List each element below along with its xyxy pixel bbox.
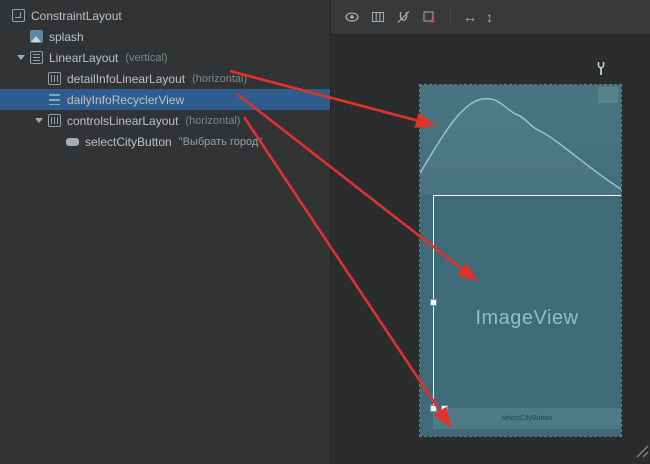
tree-item-selectCityButton[interactable]: selectCityButton "Выбрать город" [0,131,330,152]
chevron-down-icon[interactable] [17,53,26,62]
resize-handle-mid-left[interactable] [430,299,437,306]
tree-item-meta: (horizontal) [192,73,247,85]
tree-item-LinearLayout[interactable]: LinearLayout (vertical) [0,47,330,68]
magnet-off-icon[interactable] [395,10,412,25]
tree-item-ConstraintLayout[interactable]: ConstraintLayout [0,5,330,26]
constraint-layout-icon [12,9,25,22]
tree-item-label: dailyInfoRecyclerView [67,93,184,107]
layout-editor-window: ConstraintLayout splash LinearLayout (verti… [0,0,650,464]
button-icon [66,138,79,146]
tree-item-dailyInfoRecyclerView[interactable]: dailyInfoRecyclerView [0,89,330,110]
tree-item-label: ConstraintLayout [31,9,122,23]
header-highlight [598,87,618,103]
tree-item-splash[interactable]: splash [0,26,330,47]
eye-icon[interactable] [343,10,360,25]
tree-item-label: splash [49,30,84,44]
tree-item-meta: (horizontal) [185,115,240,127]
resize-handle-bottom[interactable] [441,405,448,412]
tree-item-label: detailInfoLinearLayout [67,72,185,86]
design-surface[interactable]: ImageView selectCityButton [331,35,650,464]
expand-horizontal-icon[interactable]: ↔ [463,10,477,24]
tree-item-meta: (vertical) [125,52,167,64]
component-tree: ConstraintLayout splash LinearLayout (verti… [0,0,330,464]
linear-layout-vertical-icon [30,51,43,64]
device-canvas[interactable]: ImageView selectCityButton [420,85,621,436]
design-toolbar: ↔ ↕ [330,0,650,35]
imageview-placeholder-label: ImageView [433,307,621,330]
tree-item-label: controlsLinearLayout [67,114,178,128]
toolbar-separator [450,9,451,25]
columns-icon[interactable] [369,10,386,25]
resize-grip-icon[interactable] [633,442,649,463]
tree-item-label: selectCityButton [85,135,172,149]
tree-item-label: LinearLayout [49,51,118,65]
panel-splitter[interactable] [330,0,331,464]
wrench-icon[interactable] [595,61,607,81]
render-errors-icon[interactable] [421,10,438,25]
weather-curve-graphic [420,85,621,195]
tree-item-detailInfoLinearLayout[interactable]: detailInfoLinearLayout (horizontal) [0,68,330,89]
detail-info-header[interactable] [420,85,621,195]
tree-item-controlsLinearLayout[interactable]: controlsLinearLayout (horizontal) [0,110,330,131]
linear-layout-horizontal-icon [48,72,61,85]
expand-vertical-icon[interactable]: ↕ [486,10,493,24]
chevron-down-icon[interactable] [35,116,44,125]
resize-handle-bottom-left[interactable] [430,405,437,412]
recycler-view-icon [48,93,61,106]
select-city-button-label: selectCityButton [502,415,553,422]
linear-layout-horizontal-icon [48,114,61,127]
controls-bar[interactable]: selectCityButton [433,408,621,429]
selection-border-top [433,195,621,196]
image-icon [30,30,43,43]
tree-item-meta: "Выбрать город" [179,136,262,148]
